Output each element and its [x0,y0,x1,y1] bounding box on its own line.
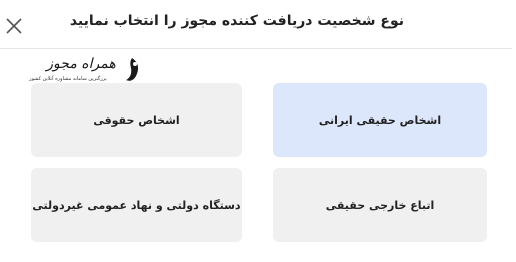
option-iranian-natural-person[interactable]: اشخاص حقیقی ایرانی [273,83,487,157]
dialog: نوع شخصیت دریافت کننده مجوز را انتخاب نم… [0,0,516,262]
header-divider [0,48,512,49]
option-label: اتباع خارجی حقیقی [325,198,435,212]
option-label: اشخاص حقوقی [93,113,180,127]
dialog-header: نوع شخصیت دریافت کننده مجوز را انتخاب نم… [0,0,516,50]
option-government-public-body[interactable]: دستگاه دولتی و نهاد عمومی غیردولتی [31,168,242,242]
close-icon [6,18,22,34]
dialog-title: نوع شخصیت دریافت کننده مجوز را انتخاب نم… [69,13,404,29]
option-legal-entity[interactable]: اشخاص حقوقی [31,83,242,157]
brand-logo: همراه مجوز بزرگترین سامانه مشاوره آنلاین… [18,56,148,84]
logo-mark-icon [126,58,139,81]
close-button[interactable] [4,16,24,36]
option-label: اشخاص حقیقی ایرانی [318,113,442,127]
logo-main-text: همراه مجوز [46,56,116,72]
option-foreign-natural-person[interactable]: اتباع خارجی حقیقی [273,168,487,242]
logo-subtitle: بزرگترین سامانه مشاوره آنلاین کشور [29,76,107,82]
option-label: دستگاه دولتی و نهاد عمومی غیردولتی [32,198,241,212]
